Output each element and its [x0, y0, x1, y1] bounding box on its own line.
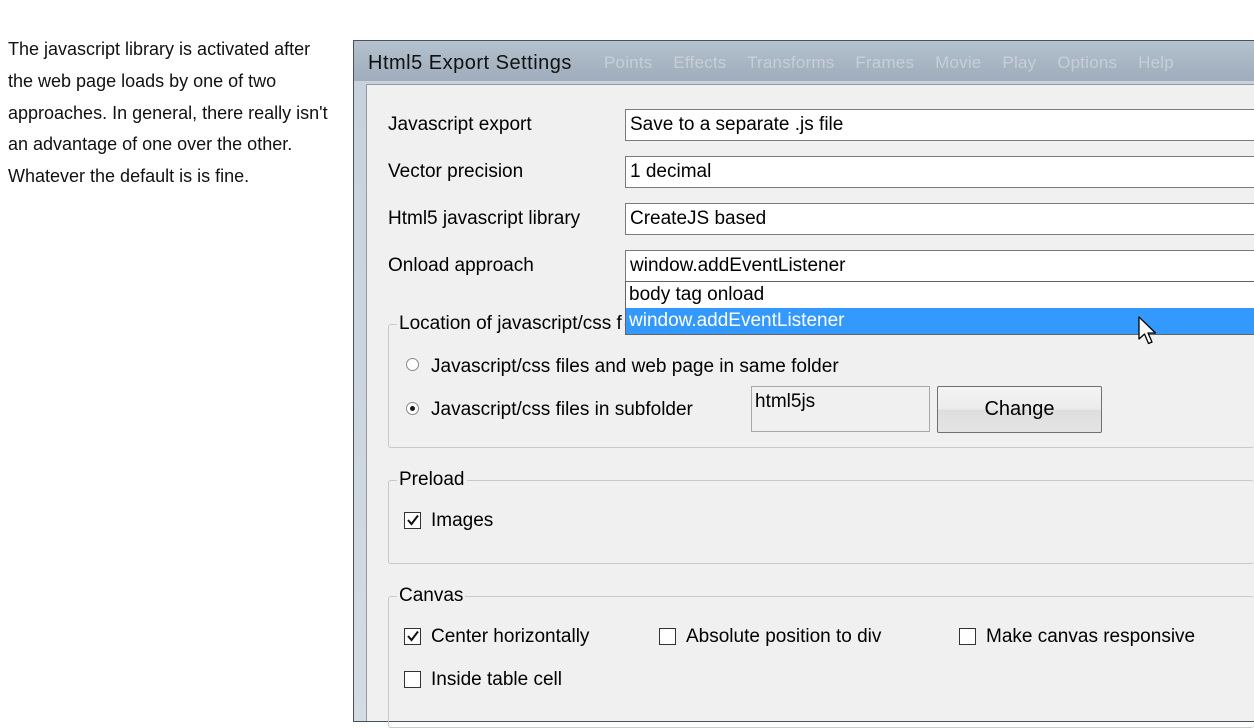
inside-table-cell-checkbox-icon[interactable] [404, 671, 421, 688]
mouse-pointer-icon [1138, 316, 1157, 345]
menu-item: Help [1138, 53, 1174, 72]
checkmark-icon [407, 514, 419, 526]
radio-subfolder-icon[interactable] [406, 402, 419, 415]
javascript-export-label: Javascript export [388, 114, 532, 135]
onload-approach-label: Onload approach [388, 255, 534, 276]
images-label[interactable]: Images [431, 510, 493, 532]
title-bar[interactable]: Html5 Export Settings Points Effects Tra… [354, 41, 1254, 81]
preload-group [388, 480, 1254, 564]
menu-item: Movie [935, 53, 982, 72]
menu-item: Effects [673, 53, 727, 72]
js-library-label: Html5 javascript library [388, 208, 581, 229]
intro-paragraph: The javascript library is activated afte… [8, 39, 328, 187]
absolute-position-checkbox-icon[interactable] [659, 628, 676, 645]
javascript-export-select[interactable]: Save to a separate .js file [625, 109, 1254, 141]
window-title: Html5 Export Settings [368, 52, 572, 74]
radio-same-folder-icon[interactable] [406, 358, 419, 371]
subfolder-label[interactable]: Javascript/css files in subfolder [431, 399, 693, 421]
subfolder-name-field: html5js [751, 386, 930, 432]
responsive-checkbox-icon[interactable] [959, 628, 976, 645]
menu-item: Transforms [747, 53, 835, 72]
onload-approach-select[interactable]: window.addEventListener [625, 250, 1254, 282]
background-menu-bar: Points Effects Transforms Frames Movie P… [604, 53, 1190, 73]
js-library-select[interactable]: CreateJS based [625, 203, 1254, 235]
menu-item: Options [1057, 53, 1118, 72]
menu-item: Play [1002, 53, 1037, 72]
same-folder-label[interactable]: Javascript/css files and web page in sam… [431, 356, 839, 378]
menu-item: Frames [855, 53, 915, 72]
images-checkbox-icon[interactable] [404, 512, 421, 529]
absolute-position-label[interactable]: Absolute position to div [686, 626, 881, 648]
center-horizontally-label[interactable]: Center horizontally [431, 626, 589, 648]
checkmark-icon [407, 630, 419, 642]
vector-precision-select[interactable]: 1 decimal [625, 156, 1254, 188]
inside-table-cell-label[interactable]: Inside table cell [431, 669, 562, 691]
menu-item: Points [604, 53, 653, 72]
change-folder-button[interactable]: Change [937, 386, 1102, 433]
dropdown-option-body-onload[interactable]: body tag onload [626, 282, 1254, 308]
location-group-title: Location of javascript/css f [397, 313, 624, 335]
center-horizontally-checkbox-icon[interactable] [404, 628, 421, 645]
canvas-group [388, 596, 1254, 728]
vector-precision-label: Vector precision [388, 161, 524, 182]
responsive-label[interactable]: Make canvas responsive [986, 626, 1195, 648]
canvas-group-title: Canvas [397, 585, 466, 607]
preload-group-title: Preload [397, 469, 467, 491]
